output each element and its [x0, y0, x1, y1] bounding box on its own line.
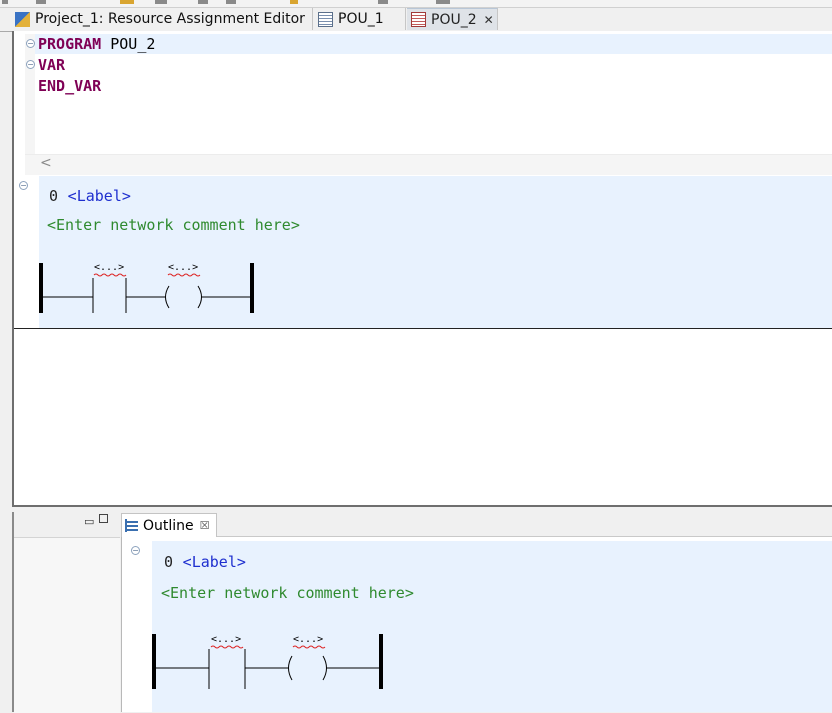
coil[interactable]: [165, 285, 202, 309]
tab-resource-assignment-editor[interactable]: Project_1: Resource Assignment Editor: [12, 8, 313, 30]
coil[interactable]: [288, 655, 327, 681]
horizontal-scrollbar[interactable]: [25, 154, 832, 175]
network-number: 0: [49, 187, 59, 205]
program-name: POU_2: [110, 35, 156, 53]
toolbar-icon[interactable]: [36, 0, 46, 4]
toolbar-icon[interactable]: [378, 0, 388, 4]
pou-file-icon: [318, 11, 333, 27]
coil-variable[interactable]: <...>: [293, 634, 323, 645]
main-toolbar: [0, 0, 832, 8]
left-panel-body: [14, 537, 120, 713]
outline-network-header: 0 <Label>: [164, 552, 246, 571]
outline-ladder-rung: [152, 634, 383, 689]
tab-label: Project_1: Resource Assignment Editor: [35, 11, 305, 27]
resource-editor-icon: [15, 11, 30, 27]
left-power-rail: [152, 634, 156, 689]
fold-icon[interactable]: −: [26, 60, 35, 69]
ladder-rung: [39, 263, 254, 313]
contact-variable[interactable]: <...>: [211, 634, 241, 645]
tab-pou-1[interactable]: POU_1: [314, 8, 406, 30]
toolbar-icon[interactable]: [2, 0, 8, 4]
tab-label: POU_2: [431, 11, 477, 28]
network-label[interactable]: <Label>: [68, 187, 131, 205]
right-power-rail: [379, 634, 383, 689]
network-comment[interactable]: <Enter network comment here>: [161, 584, 414, 602]
network-separator: [14, 328, 832, 329]
toolbar-icon[interactable]: [120, 0, 134, 4]
toolbar-icon[interactable]: [436, 0, 450, 4]
maximize-icon[interactable]: [99, 514, 108, 523]
error-squiggle: [93, 273, 127, 277]
toolbar-icon[interactable]: [198, 0, 208, 4]
outline-gutter: [122, 541, 152, 712]
left-power-rail: [39, 263, 43, 313]
error-squiggle: [292, 645, 326, 649]
contact-variable[interactable]: <...>: [94, 262, 124, 273]
close-icon[interactable]: ✕: [484, 13, 494, 27]
pou-file-icon: [411, 12, 426, 27]
toolbar-icon[interactable]: [290, 0, 298, 4]
tab-pou-2[interactable]: POU_2 ✕: [407, 8, 498, 30]
toolbar-icon[interactable]: [226, 0, 236, 4]
code-line[interactable]: PROGRAM POU_2: [38, 34, 155, 54]
network-gutter: [14, 176, 39, 328]
minimize-icon[interactable]: ▭: [84, 515, 94, 528]
network-label[interactable]: <Label>: [183, 553, 246, 571]
keyword: VAR: [38, 56, 66, 74]
declaration-gutter: [25, 34, 35, 154]
contact[interactable]: [208, 649, 246, 689]
scroll-left-arrow-icon[interactable]: <: [40, 155, 52, 171]
network-collapse-icon[interactable]: −: [19, 181, 28, 190]
network-collapse-icon[interactable]: −: [131, 546, 140, 555]
editor-tab-strip: Project_1: Resource Assignment Editor PO…: [0, 8, 832, 32]
outline-tab-bar: [121, 512, 832, 537]
network-header: 0 <Label>: [49, 186, 131, 205]
network-number: 0: [164, 553, 174, 571]
close-icon[interactable]: ☒: [200, 519, 210, 532]
tab-label: POU_1: [338, 11, 384, 27]
code-line[interactable]: VAR: [38, 55, 65, 75]
fold-icon[interactable]: −: [26, 39, 35, 48]
right-power-rail: [250, 263, 254, 313]
error-squiggle: [167, 273, 201, 277]
contact[interactable]: [92, 278, 127, 313]
keyword: PROGRAM: [38, 35, 102, 53]
tab-outline[interactable]: Outline ☒: [121, 513, 217, 537]
tab-label: Outline: [143, 517, 194, 534]
error-squiggle: [210, 645, 244, 649]
toolbar-icon[interactable]: [155, 0, 167, 4]
keyword: END_VAR: [38, 77, 102, 95]
code-line[interactable]: END_VAR: [38, 76, 101, 96]
outline-icon: [125, 519, 138, 532]
network-comment[interactable]: <Enter network comment here>: [47, 216, 300, 234]
coil-variable[interactable]: <...>: [168, 262, 198, 273]
